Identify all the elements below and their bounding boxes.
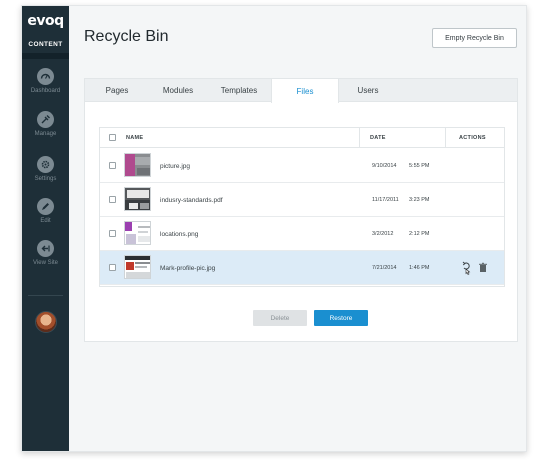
sidebar: evoq CONTENT Dashboard Manage Settings E… [22, 6, 69, 451]
file-thumbnail [124, 255, 151, 279]
gear-icon [37, 156, 54, 173]
sidebar-item-settings[interactable]: Settings [22, 156, 69, 182]
file-name: picture.jpg [160, 162, 190, 170]
sidebar-item-edit[interactable]: Edit [22, 198, 69, 224]
manage-icon [37, 111, 54, 128]
table-header: NAME DATE ACTIONS [100, 128, 504, 148]
sidebar-item-label: Dashboard [30, 88, 61, 94]
sidebar-item-view-site[interactable]: View Site [22, 240, 69, 266]
brand-underline [22, 53, 69, 59]
pencil-icon [37, 198, 54, 215]
sidebar-item-label: Manage [34, 131, 57, 137]
brand-subtitle: CONTENT [28, 41, 63, 48]
file-name: indusry-standards.pdf [160, 196, 223, 204]
sidebar-item-label: View Site [33, 260, 58, 266]
tab-modules[interactable]: Modules [149, 79, 207, 102]
table-row[interactable]: Mark-profile-pic.jpg 7/21/2014 1:46 PM [100, 251, 504, 285]
tab-templates[interactable]: Templates [207, 79, 271, 102]
file-time: 3:23 PM [409, 197, 430, 203]
row-checkbox[interactable] [109, 230, 116, 237]
file-thumbnail [124, 221, 151, 245]
file-time: 5:55 PM [409, 163, 430, 169]
empty-recycle-bin-button[interactable]: Empty Recycle Bin [432, 28, 517, 48]
sidebar-item-dashboard[interactable]: Dashboard [22, 68, 69, 94]
row-checkbox[interactable] [109, 196, 116, 203]
tab-bar: Pages Modules Templates Files Users [85, 79, 517, 103]
avatar[interactable] [35, 311, 57, 333]
file-date: 9/10/2014 [372, 163, 397, 169]
column-divider [359, 128, 360, 148]
view-site-icon [37, 240, 54, 257]
restore-icon[interactable] [462, 261, 472, 275]
app-window: evoq CONTENT Dashboard Manage Settings E… [21, 5, 527, 452]
column-header-date[interactable]: DATE [370, 128, 386, 148]
column-header-actions: ACTIONS [459, 135, 486, 141]
file-date: 3/2/2012 [372, 231, 394, 237]
trash-icon[interactable] [478, 261, 488, 273]
files-table: NAME DATE ACTIONS picture.jpg 9/10/2014 … [99, 127, 505, 287]
tab-pages[interactable]: Pages [85, 79, 149, 102]
file-date: 11/17/2011 [372, 197, 399, 203]
sidebar-item-label: Edit [40, 218, 51, 224]
table-row[interactable]: picture.jpg 9/10/2014 5:55 PM [100, 149, 504, 183]
recycle-bin-panel: Pages Modules Templates Files Users NAME… [84, 78, 518, 342]
file-name: Mark-profile-pic.jpg [160, 264, 216, 272]
delete-button[interactable]: Delete [253, 310, 307, 326]
file-time: 2:12 PM [409, 231, 430, 237]
file-thumbnail [124, 153, 151, 177]
file-date: 7/21/2014 [372, 265, 397, 271]
restore-button[interactable]: Restore [314, 310, 368, 326]
tab-files[interactable]: Files [271, 79, 339, 103]
column-header-name[interactable]: NAME [126, 128, 143, 148]
page-title: Recycle Bin [84, 28, 169, 45]
sidebar-item-label: Settings [34, 176, 57, 182]
dashboard-icon [37, 68, 54, 85]
sidebar-item-manage[interactable]: Manage [22, 111, 69, 137]
file-time: 1:46 PM [409, 265, 430, 271]
sidebar-divider [28, 295, 63, 296]
file-name: locations.png [160, 230, 199, 238]
table-row[interactable]: indusry-standards.pdf 11/17/2011 3:23 PM [100, 183, 504, 217]
tab-users[interactable]: Users [339, 79, 397, 102]
column-divider [445, 128, 446, 148]
file-thumbnail [124, 187, 151, 211]
row-checkbox[interactable] [109, 264, 116, 271]
brand-logo[interactable]: evoq [22, 13, 69, 29]
row-checkbox[interactable] [109, 162, 116, 169]
table-row[interactable]: locations.png 3/2/2012 2:12 PM [100, 217, 504, 251]
select-all-checkbox[interactable] [109, 134, 116, 141]
